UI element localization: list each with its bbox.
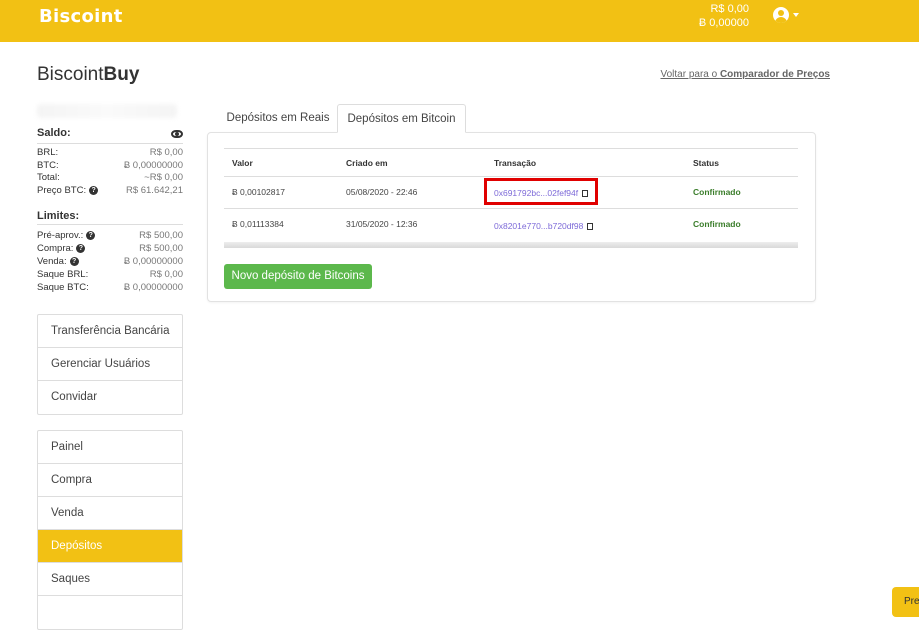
user-icon (773, 7, 789, 23)
tab-depositos-bitcoin[interactable]: Depósitos em Bitcoin (337, 104, 466, 133)
help-icon[interactable]: ? (86, 231, 96, 240)
help-icon[interactable]: ? (89, 186, 99, 195)
row2-criado: 31/05/2020 - 12:36 (346, 219, 418, 229)
menu-item-venda[interactable]: Venda (38, 497, 182, 530)
help-icon[interactable]: ? (76, 244, 86, 253)
col-header-valor: Valor (232, 158, 253, 168)
top-bar: Biscoint R$ 0,00 Ƀ 0,00000 (0, 0, 919, 42)
limites-value: R$ 500,00 (139, 230, 183, 241)
page-brand: BiscointBuy (37, 64, 139, 86)
menu-item-next[interactable] (38, 596, 182, 629)
saldo-value: R$ 0,00 (149, 147, 183, 158)
tx-highlight-box (484, 178, 598, 205)
menu-item-gerenciar-usuarios[interactable]: Gerenciar Usuários (38, 348, 182, 381)
col-header-transacao: Transação (494, 158, 537, 168)
row2-status: Confirmado (693, 219, 741, 229)
limites-value: R$ 500,00 (139, 243, 183, 254)
limites-label: Pré-aprov.: (37, 230, 84, 241)
compare-link-bold: Comparador de Preços (719, 69, 830, 80)
limites-row-venda: Venda:? Ƀ 0,00000000 (37, 255, 183, 268)
header-divider (224, 176, 798, 177)
col-header-criado: Criado em (346, 158, 388, 168)
limites-label: Saque BTC: (37, 282, 89, 293)
caret-down-icon (793, 13, 799, 17)
menu-item-painel[interactable]: Painel (38, 431, 182, 464)
row2-tx-cell: 0x8201e770...b720df98 (494, 221, 594, 231)
limites-row-compra: Compra:? R$ 500,00 (37, 242, 183, 255)
header-balance-brl: R$ 0,00 (710, 3, 749, 15)
saldo-label: Preço BTC: (37, 185, 87, 196)
saldo-label-wrap: Preço BTC:? (37, 184, 99, 197)
table-top-border (224, 148, 798, 149)
main-menu: Painel Compra Venda Depósitos Saques (37, 430, 183, 630)
limites-label: Venda: (37, 256, 67, 267)
limites-value: Ƀ 0,00000000 (123, 282, 183, 293)
tab-depositos-reais[interactable]: Depósitos em Reais (219, 104, 337, 133)
limites-label-wrap: Pré-aprov.:? (37, 229, 96, 242)
eye-icon[interactable] (171, 130, 183, 138)
compare-link-prefix: Voltar para o (660, 69, 720, 80)
saldo-label-wrap: Total: (37, 171, 60, 184)
user-name-blurred (37, 104, 177, 118)
menu-item-saques[interactable]: Saques (38, 563, 182, 596)
menu-item-depositos[interactable]: Depósitos (38, 530, 182, 563)
saldo-divider (37, 143, 183, 144)
header-balance-btc: Ƀ 0,00000 (698, 17, 749, 29)
limites-label: Compra: (37, 243, 74, 254)
saldo-value: R$ 61.642,21 (125, 185, 183, 196)
brand-bold: Buy (103, 64, 140, 85)
row2-tx-link[interactable]: 0x8201e770...b720df98 (494, 221, 583, 231)
row-divider (224, 208, 798, 209)
brand-light: Biscoint (37, 64, 104, 85)
new-bitcoin-deposit-button[interactable]: Novo depósito de Bitcoins (224, 264, 372, 289)
deposits-panel: Valor Criado em Transação Status Ƀ 0,001… (207, 132, 816, 302)
saldo-label: Total: (37, 172, 60, 183)
row1-criado: 05/08/2020 - 22:46 (346, 187, 418, 197)
row1-valor: Ƀ 0,00102817 (232, 187, 285, 197)
row1-status: Confirmado (693, 187, 741, 197)
menu-item-transferencia[interactable]: Transferência Bancária (38, 315, 182, 348)
biscoint-logo[interactable]: Biscoint (39, 6, 123, 27)
row2-valor: Ƀ 0,01113384 (232, 219, 284, 229)
saldo-title: Saldo: (37, 127, 71, 139)
limites-row-preaprov: Pré-aprov.:? R$ 500,00 (37, 229, 183, 242)
limites-value: Ƀ 0,00000000 (123, 256, 183, 267)
limites-row-saque-brl: Saque BRL: R$ 0,00 (37, 268, 183, 281)
limites-label: Saque BRL: (37, 269, 89, 280)
copy-icon[interactable] (587, 223, 594, 230)
help-icon[interactable]: ? (69, 257, 79, 266)
col-header-status: Status (693, 158, 719, 168)
saldo-row-preco-btc: Preço BTC:? R$ 61.642,21 (37, 184, 183, 197)
menu-item-convidar[interactable]: Convidar (38, 381, 182, 414)
user-menu-button[interactable] (773, 7, 799, 23)
account-menu: Transferência Bancária Gerenciar Usuário… (37, 314, 183, 415)
limites-divider (37, 224, 183, 225)
limites-label-wrap: Venda:? (37, 255, 79, 268)
saldo-row-brl: BRL: R$ 0,00 (37, 146, 183, 159)
table-scroll-shadow (224, 242, 798, 248)
saldo-row-total: Total: ~R$ 0,00 (37, 171, 183, 184)
corner-button[interactable]: Pre (892, 587, 919, 617)
saldo-value: ~R$ 0,00 (144, 172, 183, 183)
compare-prices-link[interactable]: Voltar para o Comparador de Preços (660, 69, 830, 80)
saldo-label: BRL: (37, 147, 59, 158)
limites-title: Limites: (37, 210, 80, 222)
limites-row-saque-btc: Saque BTC: Ƀ 0,00000000 (37, 281, 183, 294)
header-balance: R$ 0,00 Ƀ 0,00000 (699, 2, 749, 30)
menu-item-compra[interactable]: Compra (38, 464, 182, 497)
limites-label-wrap: Compra:? (37, 242, 86, 255)
limites-value: R$ 0,00 (149, 269, 183, 280)
